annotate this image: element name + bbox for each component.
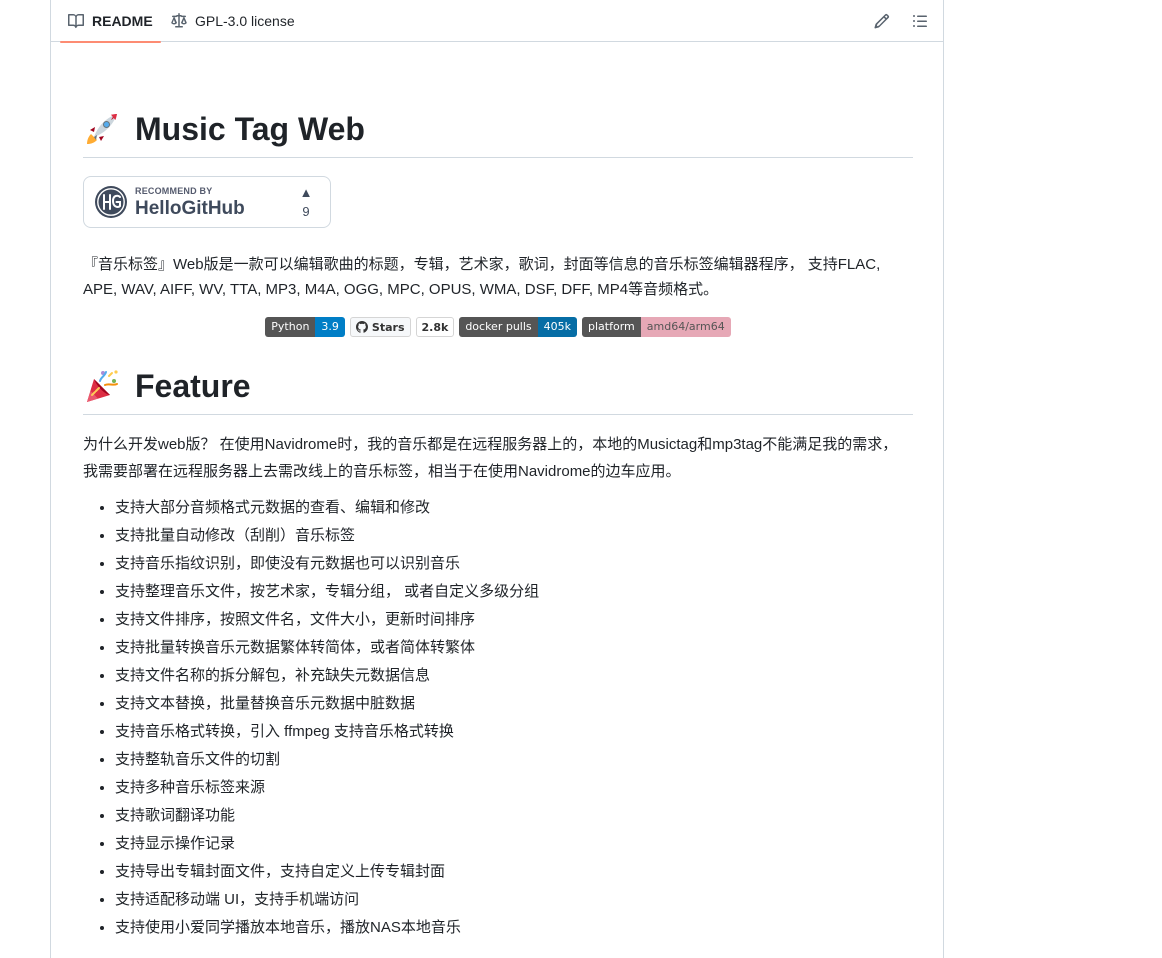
list-item: 支持适配移动端 UI，支持手机端访问 [115, 886, 913, 914]
readme-title-heading: Music Tag Web [83, 110, 913, 158]
tab-license-label: GPL-3.0 license [195, 13, 295, 29]
edit-file-button[interactable] [869, 8, 895, 34]
readme-description: 『音乐标签』Web版是一款可以编辑歌曲的标题，专辑，艺术家，歌词，封面等信息的音… [83, 256, 881, 298]
hellogithub-badge-link[interactable]: RECOMMEND BY HelloGitHub ▲ 9 [83, 176, 331, 228]
hellogithub-vote: ▲ 9 [296, 186, 316, 220]
pencil-icon [874, 13, 890, 29]
stars-count: 2.8k [415, 317, 455, 337]
list-unordered-icon [913, 15, 927, 27]
tab-readme-label: README [92, 13, 153, 29]
list-item: 支持批量自动修改（刮削）音乐标签 [115, 522, 913, 550]
badge-label: docker pulls [459, 317, 538, 337]
badge-value: amd64/arm64 [640, 317, 731, 337]
book-icon [68, 13, 84, 29]
outline-button[interactable] [907, 8, 933, 34]
badge-label: platform [582, 317, 641, 337]
list-item: 支持整理音乐文件，按艺术家，专辑分组， 或者自定义多级分组 [115, 578, 913, 606]
law-scale-icon [171, 13, 187, 29]
list-item: 支持文件排序，按照文件名，文件大小，更新时间排序 [115, 606, 913, 634]
tab-readme[interactable]: README [60, 0, 161, 43]
list-item: 支持文件名称的拆分解包，补充缺失元数据信息 [115, 662, 913, 690]
feature-title: Feature [135, 367, 251, 404]
feature-heading: Feature [83, 367, 913, 415]
recommend-by-label: RECOMMEND BY [135, 185, 213, 196]
stars-label: Stars [349, 317, 411, 337]
platform-badge[interactable]: platform amd64/arm64 [582, 317, 731, 337]
hellogithub-logo-icon [95, 186, 127, 218]
hellogithub-text: RECOMMEND BY HelloGitHub [135, 185, 245, 219]
vote-count: 9 [302, 204, 310, 219]
list-item: 支持多种音乐标签来源 [115, 774, 913, 802]
readme-title: Music Tag Web [135, 110, 365, 147]
list-item: 支持使用小爱同学播放本地音乐，播放NAS本地音乐 [115, 914, 913, 942]
rocket-icon [83, 110, 121, 148]
list-item: 支持音乐格式转换，引入 ffmpeg 支持音乐格式转换 [115, 718, 913, 746]
list-item: 支持音乐指纹识别，即使没有元数据也可以识别音乐 [115, 550, 913, 578]
list-item: 支持大部分音频格式元数据的查看、编辑和修改 [115, 494, 913, 522]
tab-license[interactable]: GPL-3.0 license [163, 0, 303, 42]
stars-label-text: Stars [371, 320, 405, 334]
feature-intro: 为什么开发web版？ 在使用Navidrome时，我的音乐都是在远程服务器上的，… [83, 436, 898, 480]
badge-value: 405k [537, 317, 578, 337]
github-mark-icon [355, 321, 368, 333]
docker-pulls-badge[interactable]: docker pulls 405k [459, 317, 578, 337]
readme-panel: README GPL-3.0 license Music Tag Web REC… [50, 0, 944, 958]
list-item: 支持导出专辑封面文件，支持自定义上传专辑封面 [115, 858, 913, 886]
hellogithub-name: HelloGitHub [135, 197, 245, 219]
python-version-badge[interactable]: Python 3.9 [265, 317, 345, 337]
list-item: 支持整轨音乐文件的切割 [115, 746, 913, 774]
list-item: 支持歌词翻译功能 [115, 802, 913, 830]
list-item: 支持批量转换音乐元数据繁体转简体，或者简体转繁体 [115, 634, 913, 662]
badge-value: 3.9 [315, 317, 345, 337]
github-stars-badge[interactable]: Stars 2.8k [349, 317, 455, 337]
upvote-arrow-icon: ▲ [299, 185, 313, 200]
readme-tabbar: README GPL-3.0 license [51, 0, 943, 43]
list-item: 支持显示操作记录 [115, 830, 913, 858]
feature-list: 支持大部分音频格式元数据的查看、编辑和修改 支持批量自动修改（刮削）音乐标签 支… [83, 494, 913, 942]
badge-row: Python 3.9 Stars 2.8k docker pulls 405k … [83, 317, 913, 337]
badge-label: Python [265, 317, 316, 337]
list-item: 支持文本替换，批量替换音乐元数据中脏数据 [115, 690, 913, 718]
party-popper-icon [83, 367, 121, 405]
